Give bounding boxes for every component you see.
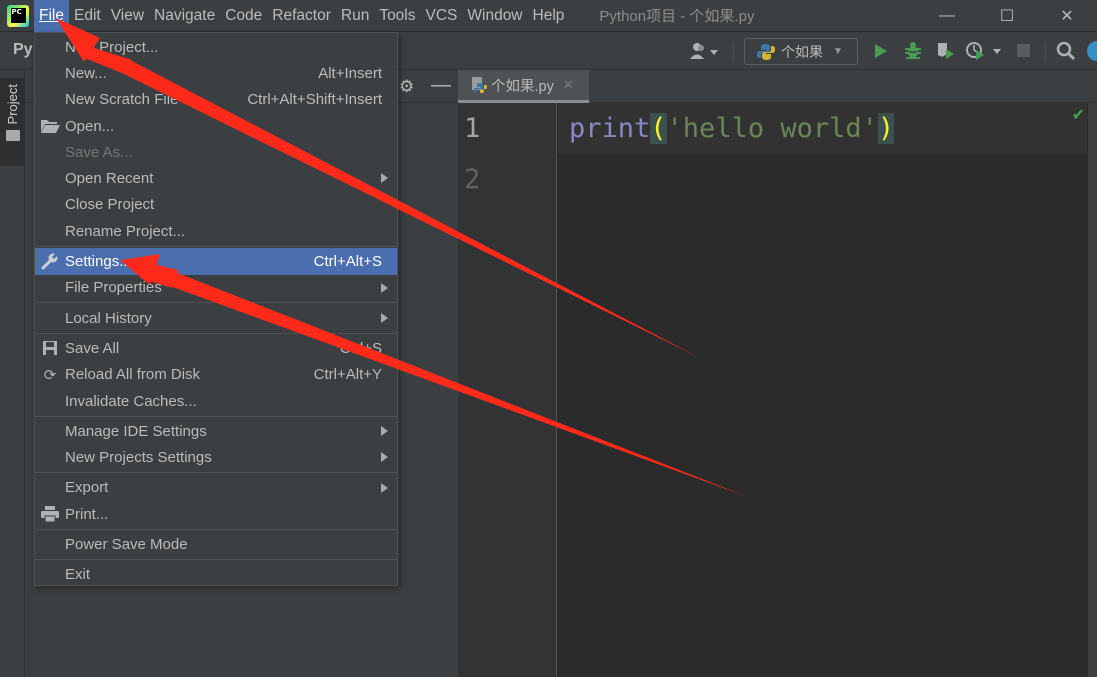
python-file-icon [471, 77, 487, 93]
tab-file[interactable]: 个如果.py ✕ [458, 70, 589, 103]
menu-vcs[interactable]: VCS [421, 0, 463, 32]
menu-item-file-properties[interactable]: File Properties [35, 275, 397, 301]
code-line[interactable]: print('hello world') [569, 113, 895, 144]
menu-navigate[interactable]: Navigate [149, 0, 220, 32]
maximize-button[interactable]: ☐ [977, 0, 1037, 32]
chevron-down-icon: ▼ [833, 46, 843, 57]
inspection-ok-icon[interactable]: ✔ [1072, 105, 1085, 125]
project-tool-button[interactable]: Project [0, 78, 25, 166]
menu-code[interactable]: Code [220, 0, 267, 32]
menu-item-save-as[interactable]: Save As... [35, 139, 397, 165]
shortcut-label: Ctrl+Alt+S [313, 253, 382, 271]
paren-token: ( [650, 113, 667, 144]
gear-icon[interactable]: ⚙ [399, 77, 414, 97]
submenu-arrow-icon [381, 173, 388, 184]
update-icon[interactable] [1086, 40, 1097, 62]
shortcut-label: Ctrl+Alt+Shift+Insert [247, 91, 382, 109]
submenu-arrow-icon [381, 312, 388, 323]
run-icon[interactable] [873, 40, 889, 62]
user-icon[interactable] [690, 40, 722, 62]
coverage-icon[interactable] [935, 40, 957, 62]
menu-item-close-project[interactable]: Close Project [35, 192, 397, 218]
menu-item-power-save-mode[interactable]: Power Save Mode [35, 531, 397, 557]
menu-help[interactable]: Help [528, 0, 570, 32]
menu-item-manage-ide-settings[interactable]: Manage IDE Settings [35, 418, 397, 444]
menu-edit[interactable]: Edit [69, 0, 106, 32]
menu-item-print[interactable]: Print... [35, 501, 397, 527]
paren-token: ) [877, 113, 895, 144]
file-menu: New Project... New... Alt+Insert New Scra… [34, 32, 398, 586]
editor-tabs: 个如果.py ✕ [458, 70, 1097, 103]
folder-icon [5, 130, 20, 142]
toolbar-separator [1045, 41, 1046, 63]
menu-item-open-recent[interactable]: Open Recent [35, 165, 397, 191]
menu-window[interactable]: Window [462, 0, 527, 32]
menu-item-exit[interactable]: Exit [35, 562, 397, 588]
shortcut-label: Alt+Insert [318, 64, 382, 82]
submenu-arrow-icon [381, 482, 388, 493]
builtin-token: print [569, 113, 651, 144]
minimize-button[interactable]: — [917, 0, 977, 32]
line-number: 2 [464, 164, 481, 195]
submenu-arrow-icon [381, 452, 388, 463]
profile-icon[interactable] [965, 40, 1005, 62]
submenu-arrow-icon [381, 282, 388, 293]
code-area[interactable]: print('hello world') [558, 103, 1087, 677]
tab-label: 个如果.py [491, 78, 554, 95]
shortcut-label: Ctrl+S [339, 339, 382, 357]
menu-item-export[interactable]: Export [35, 475, 397, 501]
menu-refactor[interactable]: Refactor [267, 0, 336, 32]
menu-item-new-projects-settings[interactable]: New Projects Settings [35, 444, 397, 470]
menu-item-local-history[interactable]: Local History [35, 305, 397, 331]
menu-item-new-scratch-file[interactable]: New Scratch File Ctrl+Alt+Shift+Insert [35, 87, 397, 113]
menu-item-save-all[interactable]: Save All Ctrl+S [35, 335, 397, 361]
hide-panel-icon[interactable]: — [431, 74, 451, 97]
menu-file[interactable]: File [34, 0, 69, 32]
pycharm-logo-icon: PC [7, 4, 29, 27]
menu-view[interactable]: View [106, 0, 149, 32]
left-tool-strip: Project [0, 70, 25, 677]
breadcrumb-project[interactable]: Py [13, 41, 33, 59]
menu-item-new-project[interactable]: New Project... [35, 34, 397, 60]
close-window-button[interactable]: ✕ [1037, 0, 1097, 32]
window-title: Python项目 - 个如果.py [599, 8, 755, 25]
menu-item-settings[interactable]: Settings... Ctrl+Alt+S [35, 248, 397, 275]
run-configuration-select[interactable]: 个如果 ▼ [744, 38, 858, 65]
menu-run[interactable]: Run [336, 0, 374, 32]
menu-item-rename-project[interactable]: Rename Project... [35, 218, 397, 244]
wrench-icon [40, 252, 60, 270]
stop-icon[interactable] [1016, 40, 1032, 62]
close-tab-icon[interactable]: ✕ [563, 77, 574, 93]
title-menu-bar: PC File Edit View Navigate Code Refactor… [0, 0, 1097, 32]
printer-icon [40, 505, 60, 523]
window-controls: — ☐ ✕ [917, 0, 1097, 32]
debug-icon[interactable] [903, 40, 923, 62]
reload-icon: ⟳ [43, 366, 57, 384]
run-config-label: 个如果 [781, 43, 823, 60]
project-tool-label: Project [5, 84, 20, 125]
menu-tools[interactable]: Tools [374, 0, 420, 32]
submenu-arrow-icon [381, 426, 388, 437]
menu-item-reload-all[interactable]: ⟳ Reload All from Disk Ctrl+Alt+Y [35, 362, 397, 388]
line-number: 1 [464, 113, 481, 144]
menu-item-open[interactable]: Open... [35, 113, 397, 139]
menu-item-invalidate-caches[interactable]: Invalidate Caches... [35, 388, 397, 414]
editor: 个如果.py ✕ 1 2 print('hello world') ✔ [458, 70, 1097, 677]
toolbar-separator [733, 41, 734, 63]
save-icon [40, 339, 60, 357]
shortcut-label: Ctrl+Alt+Y [313, 366, 382, 384]
menu-item-new[interactable]: New... Alt+Insert [35, 60, 397, 86]
right-scroll-strip[interactable] [1088, 103, 1097, 677]
python-icon [757, 43, 775, 60]
string-token: 'hello world' [666, 113, 878, 144]
ide-window: PC File Edit View Navigate Code Refactor… [0, 0, 1097, 677]
search-icon[interactable] [1056, 40, 1076, 62]
line-number-gutter: 1 2 [458, 103, 557, 677]
folder-open-icon [40, 117, 60, 135]
